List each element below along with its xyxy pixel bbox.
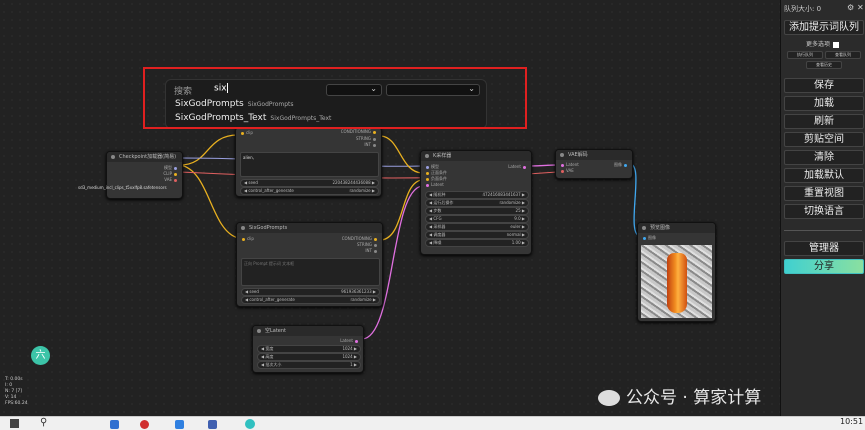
output-latent[interactable]: Latent (340, 338, 360, 343)
node-title: 预览图像 (638, 223, 715, 233)
output-string[interactable]: STRING (356, 136, 378, 141)
gear-icon[interactable]: ⚙ (847, 3, 854, 12)
vae-decode-node[interactable]: VAE解码 Latent VAE 图像 (555, 149, 633, 179)
clipspace-button[interactable]: 剪贴空间 (784, 132, 864, 147)
app-icon[interactable] (175, 420, 184, 429)
wechat-icon (598, 390, 620, 406)
load-button[interactable]: 加载 (784, 96, 864, 111)
reset-view-button[interactable]: 重置视图 (784, 186, 864, 201)
input-vae[interactable]: VAE (559, 168, 574, 173)
denoise-widget[interactable]: ◀ 降噪 1.00 ▶ (425, 239, 529, 247)
input-latent[interactable]: Latent (559, 162, 579, 167)
empty-latent-node[interactable]: 空Latent Latent ◀ 宽度 1024 ▶ ◀ 高度 1024 ▶ ◀ 批… (252, 325, 364, 373)
node-title: VAE解码 (556, 150, 632, 160)
bottle-shape (667, 253, 687, 313)
extra-options[interactable]: 更多选项 (806, 39, 840, 48)
preview-image (641, 245, 712, 318)
node-title: K采样器 (421, 151, 531, 161)
scheduler-widget[interactable]: ◀ 调度器 normal ▶ (425, 231, 529, 239)
watermark: 公众号 · 算家计算 (598, 383, 761, 408)
control-widget[interactable]: ◀ control_after_generate randomize ▶ (241, 296, 380, 304)
queue-panel: 队列大小: 0 ⚙ ✕ 添加提示词队列 更多选项 执行队列 查看队列 查看历史 … (780, 0, 865, 416)
output-conditioning[interactable]: CONDITIONING (342, 236, 379, 241)
node-title: 空Latent (253, 326, 363, 336)
prompt-textarea[interactable]: 正向 Prompt 提示词 文本框 (241, 258, 380, 286)
refresh-button[interactable]: 刷新 (784, 114, 864, 129)
input-image[interactable]: 图像 (641, 235, 656, 241)
ksampler-node[interactable]: K采样器 模型 正面条件 负面条件 Latent Latent ◀ 随机种 472… (420, 150, 532, 255)
output-conditioning[interactable]: CONDITIONING (341, 129, 378, 134)
switch-language-button[interactable]: 切换语言 (784, 204, 864, 219)
node-title: Checkpoint加载器(简易) (107, 152, 182, 162)
batch-widget[interactable]: ◀ 批次大小 1 ▶ (257, 361, 361, 369)
add-queue-button[interactable]: 添加提示词队列 (784, 20, 864, 35)
view-history-button[interactable]: 查看历史 (806, 61, 842, 69)
view-queue-button[interactable]: 执行队列 (787, 51, 823, 59)
queue-size: 队列大小: 0 ⚙ ✕ (784, 3, 864, 13)
sampler-widget[interactable]: ◀ 采样器 euler ▶ (425, 223, 529, 231)
wire-layer (179, 134, 641, 340)
save-button[interactable]: 保存 (784, 78, 864, 93)
extra-options-checkbox (833, 41, 840, 48)
output-vae[interactable]: VAE (164, 177, 179, 182)
pos-wire (379, 135, 423, 174)
clock: 10:51 (840, 417, 864, 426)
control-widget[interactable]: ◀ control_after_generate randomize ▶ (240, 187, 379, 195)
sixgod-prompts-node-1[interactable]: clip CONDITIONING STRING INT alien, ◀ se… (235, 127, 382, 197)
seed-widget[interactable]: ◀ seed 961936361233 ▶ (241, 288, 380, 296)
view-list-button[interactable]: 查看队列 (825, 51, 861, 59)
seed-widget[interactable]: ◀ seed 220438244436088 ▶ (240, 179, 379, 187)
clear-button[interactable]: 清除 (784, 150, 864, 165)
seed-widget[interactable]: ◀ 随机种 472416083441637 ▶ (425, 191, 529, 199)
ckpt-name[interactable]: sd3_medium_incl_clips_t5xxlfp8.safetenso… (78, 185, 167, 190)
output-int[interactable]: INT (365, 248, 379, 253)
input-clip[interactable]: clip (240, 236, 254, 241)
render-stats: T: 0.00s I: 0 N: 7 [7] V: 14 FPS:60.24 (5, 377, 28, 406)
input-clip[interactable]: clip (239, 130, 253, 135)
preview-image-node[interactable]: 预览图像 图像 (637, 222, 716, 322)
highlight-box (143, 67, 527, 129)
app-icon[interactable] (140, 420, 149, 429)
control-widget[interactable]: ◀ 运行后操作 randomize ▶ (425, 199, 529, 207)
clip-wire-1 (179, 134, 239, 166)
input-latent[interactable]: Latent (424, 182, 444, 187)
node-canvas[interactable]: Checkpoint加载器(简易) 模型 CLIP VAE sd3_medium… (0, 0, 780, 416)
clip-wire-2 (179, 164, 239, 239)
close-icon[interactable]: ✕ (857, 3, 864, 12)
output-int[interactable]: INT (364, 142, 378, 147)
app-icon[interactable] (110, 420, 119, 429)
latent-out-wire (529, 164, 558, 167)
share-button[interactable]: 分享 (784, 259, 864, 274)
sixgod-prompts-node-2[interactable]: SixGodPrompts clip CONDITIONING STRING I… (236, 222, 383, 307)
divider (784, 230, 862, 231)
height-widget[interactable]: ◀ 高度 1024 ▶ (257, 353, 361, 361)
cfg-widget[interactable]: ◀ CFG 9.0 ▶ (425, 215, 529, 223)
steps-widget[interactable]: ◀ 步数 25 ▶ (425, 207, 529, 215)
output-image[interactable]: 图像 (614, 162, 629, 168)
sixgod-logo-icon[interactable]: 六 (31, 346, 50, 365)
prompt-textarea[interactable]: alien, (240, 152, 379, 177)
manager-button[interactable]: 管理器 (784, 241, 864, 256)
start-icon[interactable] (10, 419, 19, 428)
app-icon[interactable] (208, 420, 217, 429)
os-taskbar: ⚲ 10:51 (0, 416, 865, 430)
output-latent[interactable]: Latent (508, 164, 528, 169)
node-title: SixGodPrompts (237, 223, 382, 233)
checkpoint-node[interactable]: Checkpoint加载器(简易) 模型 CLIP VAE (106, 151, 183, 199)
output-clip[interactable]: CLIP (163, 171, 179, 176)
load-default-button[interactable]: 加载默认 (784, 168, 864, 183)
search-icon[interactable]: ⚲ (40, 417, 47, 428)
app-icon[interactable] (245, 419, 255, 429)
output-string[interactable]: STRING (357, 242, 379, 247)
width-widget[interactable]: ◀ 宽度 1024 ▶ (257, 345, 361, 353)
